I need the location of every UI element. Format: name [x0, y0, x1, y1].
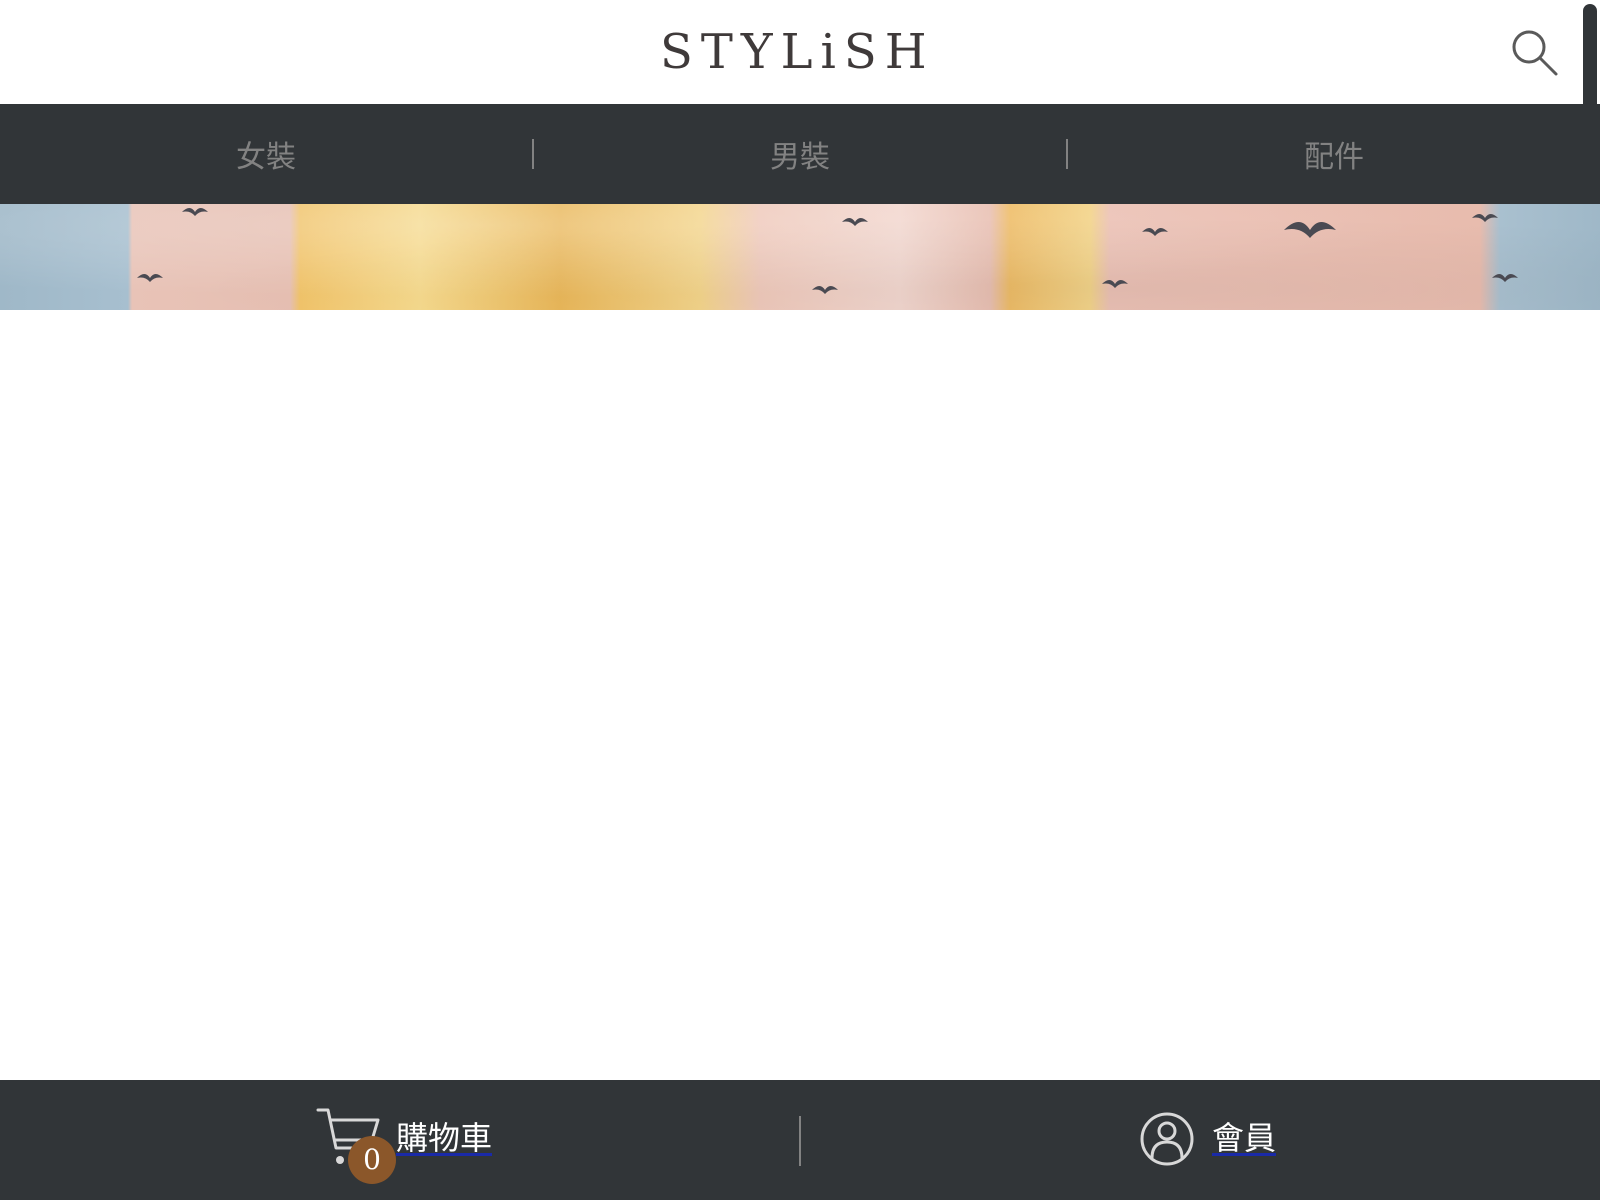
nav-item-accessories[interactable]: 配件 [1068, 104, 1600, 204]
bird-print-icon [1102, 280, 1128, 288]
hero-shading [0, 204, 1600, 310]
bird-print-icon [1472, 214, 1498, 222]
bird-print-icon [842, 218, 868, 226]
member-label[interactable]: 會員 [1212, 1116, 1276, 1160]
member-icon [1140, 1112, 1194, 1166]
bottom-bar: 0 購物車 會員 [0, 1080, 1600, 1200]
bird-print-icon [812, 286, 838, 294]
stylish-logo[interactable]: STYLiSH [660, 22, 940, 82]
nav-item-women[interactable]: 女裝 [0, 104, 532, 204]
bird-print-icon [137, 274, 163, 282]
site-header: STYLiSH [0, 0, 1600, 104]
bottom-divider [799, 1116, 801, 1166]
hero-banner-image[interactable] [0, 204, 1600, 310]
search-button[interactable] [1508, 26, 1560, 78]
member-button[interactable]: 會員 [1140, 1106, 1300, 1176]
bird-print-icon [1142, 228, 1168, 236]
bird-print-icon [1492, 274, 1518, 282]
bird-print-icon [1284, 222, 1336, 238]
cart-count-badge: 0 [348, 1136, 396, 1184]
nav-item-men[interactable]: 男裝 [534, 104, 1066, 204]
bird-print-icon [182, 208, 208, 216]
category-nav: 女裝 男裝 配件 [0, 104, 1600, 204]
cart-button[interactable]: 0 購物車 [316, 1106, 516, 1184]
cart-label[interactable]: 購物車 [396, 1116, 492, 1160]
search-icon [1512, 30, 1558, 76]
